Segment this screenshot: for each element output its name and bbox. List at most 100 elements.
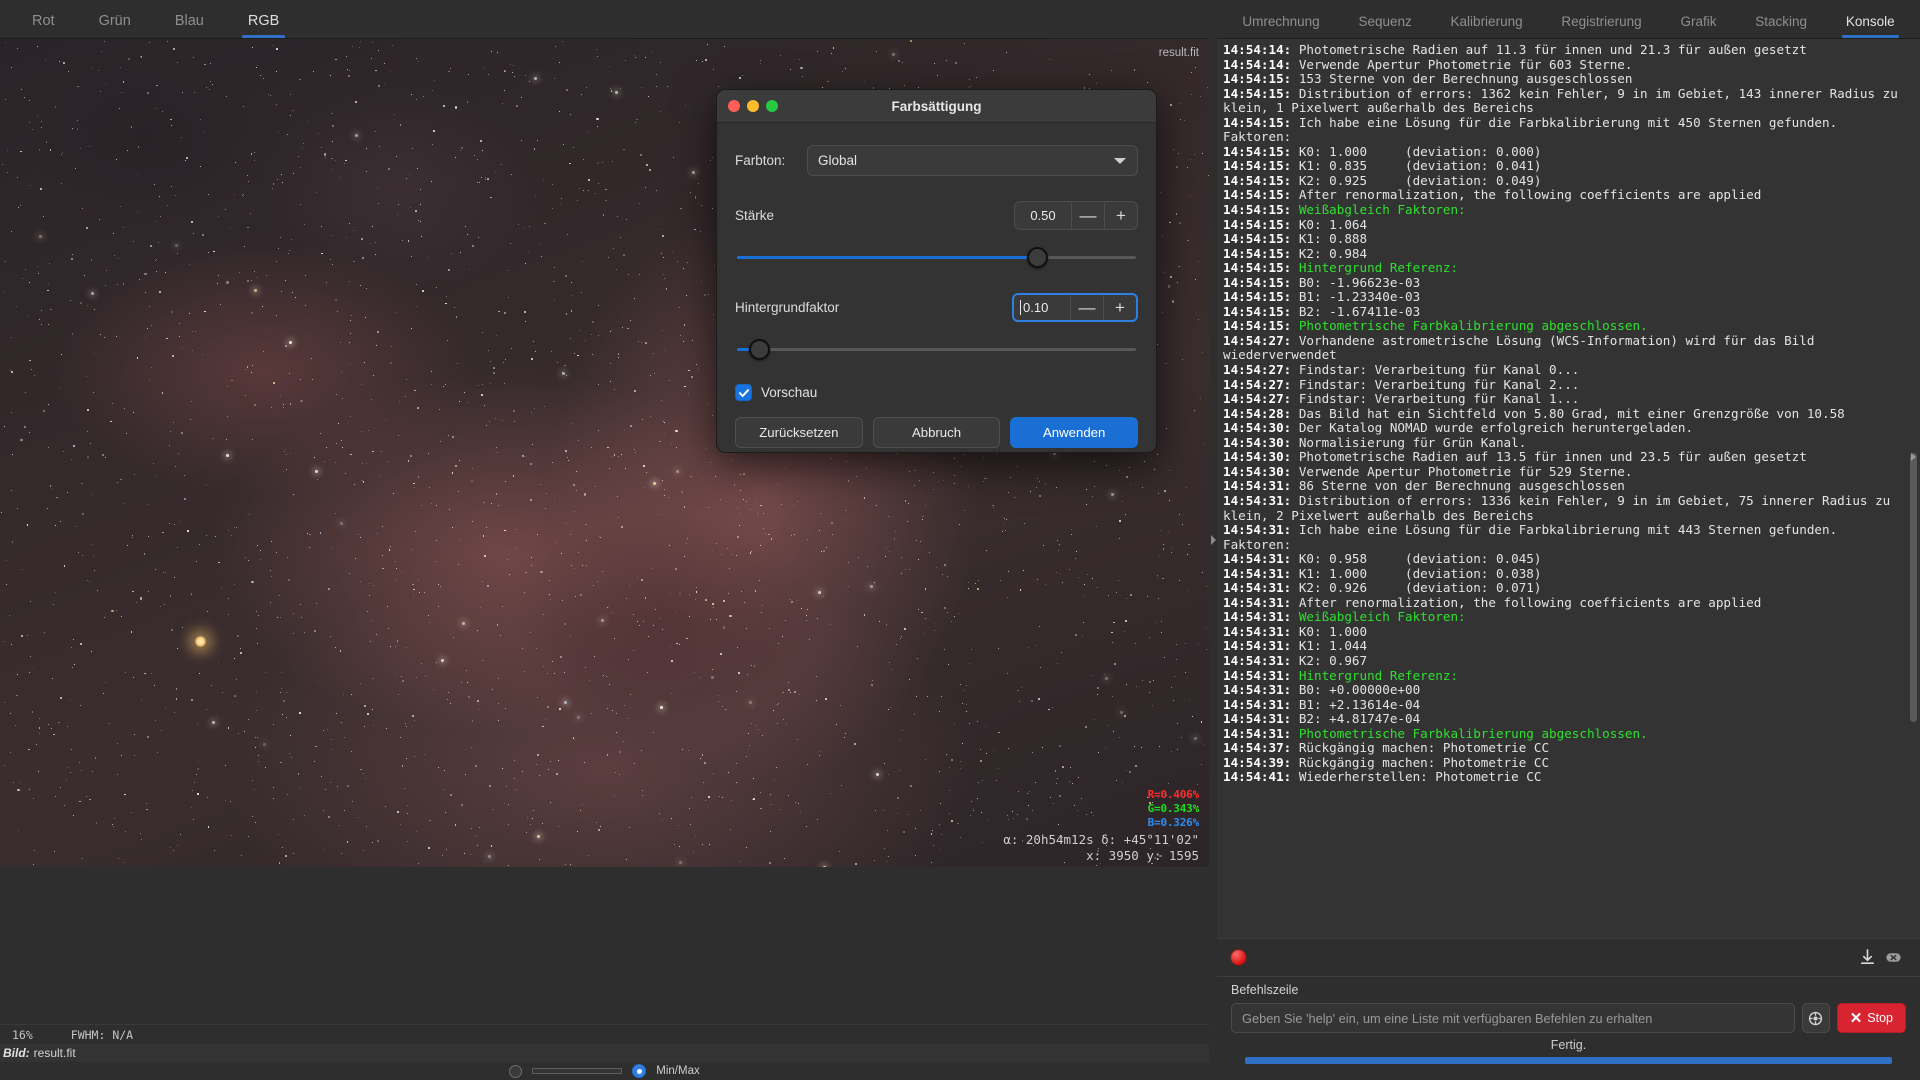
dialog-titlebar[interactable]: Farbsättigung xyxy=(717,90,1156,123)
preview-label: Vorschau xyxy=(761,385,818,400)
log-message: B2: +4.81747e-04 xyxy=(1291,711,1421,727)
log-message: Weißabgleich Faktoren: xyxy=(1291,609,1466,625)
log-timestamp: 14:54:15: xyxy=(1223,85,1292,101)
tab-sequenz[interactable]: Sequenz xyxy=(1354,14,1415,38)
log-message: Photometrische Radien auf 11.3 für innen… xyxy=(1291,42,1807,57)
background-decrement-button[interactable]: — xyxy=(1071,295,1103,320)
console-scrollbar[interactable] xyxy=(1907,39,1920,938)
console-log-line: 14:54:31: K1: 1.000 (deviation: 0.038) xyxy=(1223,566,1899,582)
console-log-line: 14:54:30: Photometrische Radien auf 13.5… xyxy=(1223,450,1899,465)
close-icon[interactable] xyxy=(728,100,740,112)
console-log-line: 14:54:27: Findstar: Verarbeitung für Kan… xyxy=(1223,377,1899,393)
tab-gruen-label: Grün xyxy=(98,13,131,29)
display-slider[interactable] xyxy=(532,1068,623,1074)
dialog-button-row: Zurücksetzen Abbruch Anwenden xyxy=(735,417,1139,448)
sky-coordinates: α: 20h54m12s δ: +45°11'02" xyxy=(1003,832,1199,847)
readout-blue: B=0.326% xyxy=(1147,816,1200,829)
strength-increment-button[interactable]: + xyxy=(1105,202,1137,229)
strength-decrement-button[interactable]: — xyxy=(1072,202,1104,229)
log-timestamp: 14:54:27: xyxy=(1223,332,1292,348)
log-timestamp: 14:54:15: xyxy=(1223,216,1292,232)
stop-x-icon: ✕ xyxy=(1849,1009,1863,1027)
log-timestamp: 14:54:39: xyxy=(1223,754,1292,770)
strength-stepper[interactable]: 0.50 — + xyxy=(1014,201,1138,230)
tab-grafik[interactable]: Grafik xyxy=(1676,14,1720,38)
log-message: Photometrische Radien auf 13.5 für innen… xyxy=(1291,449,1807,465)
clear-log-icon[interactable] xyxy=(1880,945,1906,971)
console-log-line: 14:54:31: Weißabgleich Faktoren: xyxy=(1223,610,1899,625)
log-timestamp: 14:54:41: xyxy=(1223,769,1292,785)
cancel-button[interactable]: Abbruch xyxy=(872,417,1001,448)
strength-slider-fill xyxy=(737,256,1033,259)
log-message: B1: +2.13614e-04 xyxy=(1291,696,1421,712)
console-log-line: 14:54:15: K0: 1.000 (deviation: 0.000) xyxy=(1223,144,1899,160)
log-message: Findstar: Verarbeitung für Kanal 0... xyxy=(1291,362,1580,378)
tab-kalibrierung[interactable]: Kalibrierung xyxy=(1447,14,1527,38)
strength-row: Stärke 0.50 — + xyxy=(735,201,1138,230)
console-log-line: 14:54:27: Findstar: Verarbeitung für Kan… xyxy=(1223,362,1899,378)
log-timestamp: 14:54:31: xyxy=(1223,594,1292,610)
tab-stacking[interactable]: Stacking xyxy=(1751,14,1811,38)
hue-dropdown[interactable]: Global xyxy=(807,145,1138,176)
console-log-line: 14:54:15: B0: -1.96623e-03 xyxy=(1223,275,1899,291)
log-message: After renormalization, the following coe… xyxy=(1291,187,1762,203)
minimize-icon[interactable] xyxy=(747,100,759,112)
tab-registrierung[interactable]: Registrierung xyxy=(1557,14,1645,38)
console-log-line: 14:54:31: K1: 1.044 xyxy=(1223,639,1899,654)
console-log-line: 14:54:30: Der Katalog NOMAD wurde erfolg… xyxy=(1223,420,1899,436)
command-help-button[interactable] xyxy=(1801,1003,1830,1033)
log-timestamp: 14:54:30: xyxy=(1223,434,1292,450)
console-log-line: 14:54:28: Das Bild hat ein Sichtfeld von… xyxy=(1223,405,1899,422)
log-timestamp: 14:54:15: xyxy=(1223,187,1292,203)
command-input[interactable] xyxy=(1231,1003,1795,1033)
background-slider-knob[interactable] xyxy=(749,339,771,360)
strength-slider-track xyxy=(737,256,1136,259)
status-strip: 16% FWHM: N/A xyxy=(0,1024,1209,1044)
process-tabbar: Umrechnung Sequenz Kalibrierung Registri… xyxy=(1217,0,1920,39)
log-timestamp: 14:54:31: xyxy=(1223,638,1292,654)
pane-splitter[interactable] xyxy=(1209,0,1217,1080)
tab-rgb[interactable]: RGB xyxy=(226,13,301,38)
preview-checkbox[interactable] xyxy=(735,384,752,401)
export-log-icon[interactable] xyxy=(1854,945,1880,971)
console-log-line: 14:54:31: B1: +2.13614e-04 xyxy=(1223,696,1899,713)
current-image-bar: Bild: result.fit xyxy=(0,1044,1209,1062)
app-window: Rot Grün Blau RGB result.fit R=0.406% G=… xyxy=(0,0,1920,1080)
log-message: Photometrische Farbkalibrierung abgeschl… xyxy=(1291,318,1648,334)
strength-value[interactable]: 0.50 xyxy=(1015,202,1071,229)
tab-blau-label: Blau xyxy=(174,13,204,29)
console-log[interactable]: 14:54:14: Photometrische Radien auf 11.3… xyxy=(1217,39,1907,938)
background-stepper[interactable]: 0.10 — + xyxy=(1012,293,1138,322)
log-message: Hintergrund Referenz: xyxy=(1291,260,1459,276)
console-log-line: 14:54:15: K2: 0.925 (deviation: 0.049) xyxy=(1223,173,1899,189)
log-message: Der Katalog NOMAD wurde erfolgreich heru… xyxy=(1291,420,1694,436)
strength-slider[interactable] xyxy=(735,246,1138,268)
tab-blau[interactable]: Blau xyxy=(153,13,226,38)
tab-umrechnung[interactable]: Umrechnung xyxy=(1238,14,1323,38)
image-pane-footer: 16% FWHM: N/A Bild: result.fit Min/Max xyxy=(0,867,1209,1080)
preview-row[interactable]: Vorschau xyxy=(735,384,1138,401)
tab-gruen[interactable]: Grün xyxy=(77,13,153,38)
strength-slider-knob[interactable] xyxy=(1027,247,1049,268)
console-log-line: 14:54:30: Verwende Apertur Photometrie f… xyxy=(1223,464,1899,480)
maximize-icon[interactable] xyxy=(766,100,778,112)
display-knob[interactable] xyxy=(509,1064,523,1078)
log-message: Vorhandene astrometrische Lösung (WCS-In… xyxy=(1223,332,1823,363)
reset-button[interactable]: Zurücksetzen xyxy=(735,417,863,448)
minmax-radio[interactable] xyxy=(632,1064,647,1078)
background-value[interactable]: 0.10 xyxy=(1014,295,1070,320)
log-timestamp: 14:54:27: xyxy=(1223,391,1292,407)
stop-button-label: Stop xyxy=(1867,1011,1893,1025)
tab-konsole[interactable]: Konsole xyxy=(1841,14,1899,38)
log-message: After renormalization, the following coe… xyxy=(1291,594,1762,610)
log-message: Das Bild hat ein Sichtfeld von 5.80 Grad… xyxy=(1291,405,1845,421)
log-message: Weißabgleich Faktoren: xyxy=(1291,202,1466,218)
apply-button[interactable]: Anwenden xyxy=(1010,417,1139,448)
background-increment-button[interactable]: + xyxy=(1104,295,1136,320)
console-scrollbar-thumb[interactable] xyxy=(1910,452,1917,723)
background-slider[interactable] xyxy=(735,338,1138,360)
tab-rot[interactable]: Rot xyxy=(10,13,77,38)
record-icon[interactable] xyxy=(1231,950,1246,965)
stop-button[interactable]: ✕ Stop xyxy=(1836,1003,1906,1033)
console-log-line: 14:54:15: K0: 1.064 xyxy=(1223,216,1899,233)
